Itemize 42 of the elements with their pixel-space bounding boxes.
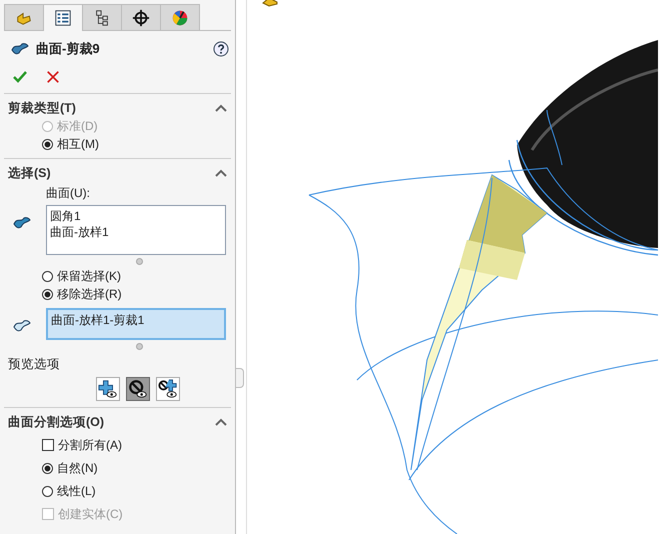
section-title: 剪裁类型(T) xyxy=(8,100,76,116)
color-wheel-icon xyxy=(171,8,189,26)
preview-both-button[interactable] xyxy=(156,377,180,401)
target-tab[interactable] xyxy=(121,4,161,30)
config-tab[interactable] xyxy=(82,4,122,30)
part-icon xyxy=(262,0,278,7)
list-icon xyxy=(54,9,72,27)
preview-add-button[interactable] xyxy=(96,377,120,401)
help-icon[interactable] xyxy=(213,41,229,57)
display-tab[interactable] xyxy=(160,4,200,30)
surface-list[interactable]: 圆角1 曲面-放样1 xyxy=(46,205,226,255)
panel-collapse-handle[interactable] xyxy=(236,368,244,388)
surface-icon xyxy=(10,41,30,57)
radio-option[interactable]: 保留选择(K) xyxy=(42,268,121,284)
list-item[interactable]: 曲面-放样1 xyxy=(50,224,222,240)
list-item[interactable]: 曲面-放样1-剪裁1 xyxy=(51,312,221,328)
resize-handle[interactable] xyxy=(136,258,143,265)
list-item[interactable]: 圆角1 xyxy=(50,208,222,224)
feature-tab[interactable] xyxy=(4,4,44,30)
property-tab[interactable] xyxy=(43,4,83,31)
collapse-caret-icon[interactable] xyxy=(215,169,227,177)
radio-option[interactable]: 移除选择(R) xyxy=(42,286,122,302)
surface-icon xyxy=(12,318,32,334)
cancel-icon[interactable] xyxy=(46,70,60,84)
ok-check-icon[interactable] xyxy=(12,69,28,85)
removed-list[interactable]: 曲面-放样1-剪裁1 xyxy=(46,308,226,340)
radio-option[interactable]: 自然(N) xyxy=(42,460,98,476)
checkbox-option[interactable]: 分割所有(A) xyxy=(42,437,122,453)
radio-option[interactable]: 相互(M) xyxy=(42,136,99,152)
crosshair-icon xyxy=(132,8,150,26)
collapse-caret-icon[interactable] xyxy=(215,104,227,112)
field-label: 曲面(U): xyxy=(46,185,91,202)
resize-handle[interactable] xyxy=(136,343,143,350)
section-title: 选择(S) xyxy=(8,164,51,182)
preview-options-label: 预览选项 xyxy=(8,356,61,373)
collapse-caret-icon[interactable] xyxy=(215,418,227,426)
surface-icon xyxy=(12,215,32,231)
feature-title: 曲面-剪裁9 xyxy=(36,40,101,58)
preview-remove-button[interactable] xyxy=(126,377,150,401)
tree-icon xyxy=(93,8,111,26)
section-title: 曲面分割选项(O) xyxy=(8,414,104,430)
radio-option[interactable]: 线性(L) xyxy=(42,483,96,499)
